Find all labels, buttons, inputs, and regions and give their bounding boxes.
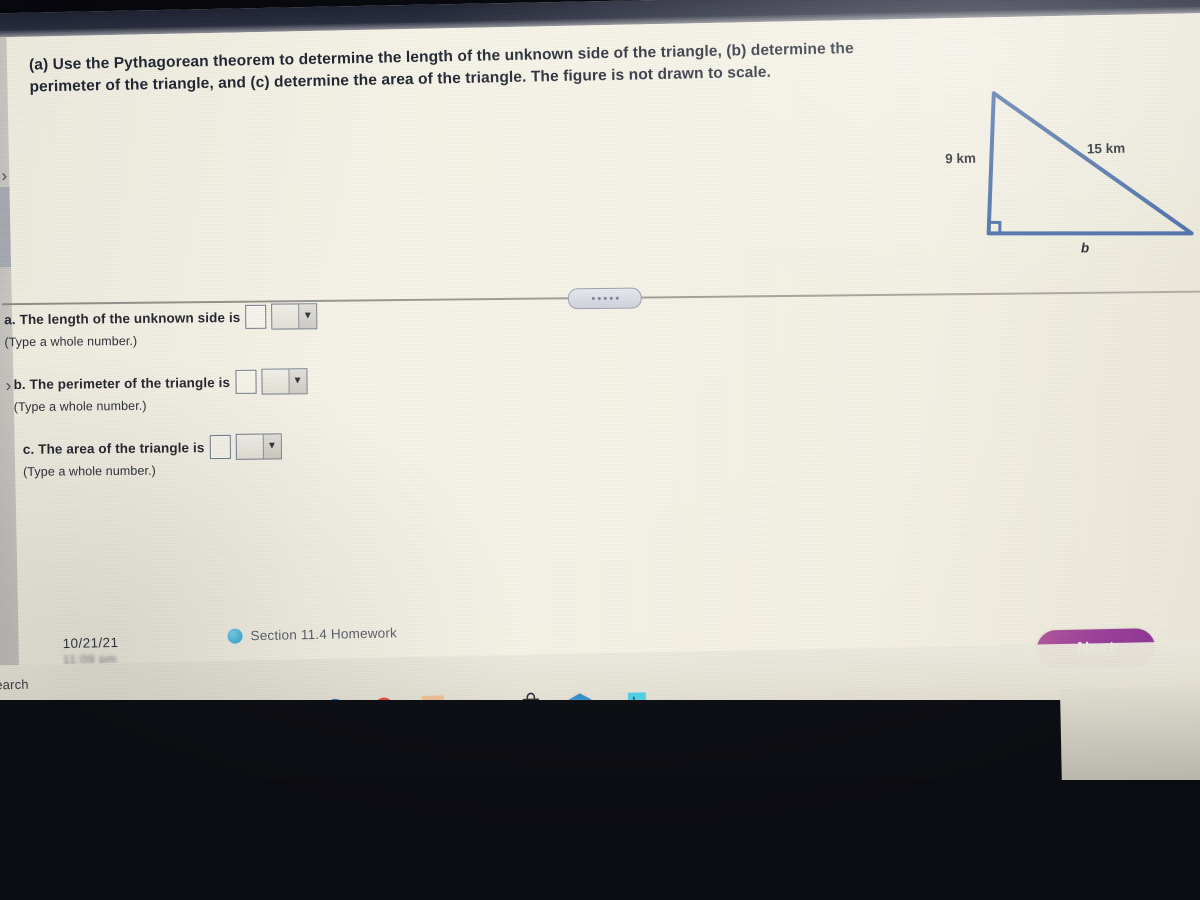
photo-bottom-dark-fill	[0, 780, 1200, 900]
divider-drag-handle[interactable]	[567, 287, 642, 310]
chevron-down-icon[interactable]: ▼	[262, 434, 281, 459]
search-input[interactable]: to search	[0, 677, 29, 693]
answer-a-unit-select[interactable]: ▼	[271, 303, 318, 330]
answer-a-text: The length of the unknown side is	[19, 309, 241, 327]
handle-dot	[597, 296, 601, 300]
question-prompt: (a) Use the Pythagorean theorem to deter…	[28, 40, 854, 96]
triangle-outline	[986, 91, 1194, 236]
answer-c-text: The area of the triangle is	[38, 439, 205, 457]
answer-c-hint: (Type a whole number.)	[22, 463, 156, 479]
answer-a-letter: a.	[4, 311, 16, 327]
answer-b-label: b. The perimeter of the triangle is	[13, 374, 230, 391]
answer-row-a: a. The length of the unknown side is ▼ (…	[4, 301, 564, 349]
answer-c-label: c. The area of the triangle is	[23, 440, 205, 457]
computer-screen: › › (a) Use the Pythagorean theorem to d…	[0, 0, 1200, 756]
browser-tab-icon	[227, 628, 243, 644]
question-panel: (a) Use the Pythagorean theorem to deter…	[1, 12, 1200, 727]
chevron-down-icon[interactable]: ▼	[287, 369, 307, 394]
triangle-leg-label: 9 km	[944, 150, 977, 167]
handle-dot	[615, 296, 619, 300]
answer-row-b: b. The perimeter of the triangle is ▼ (T…	[13, 366, 573, 414]
answer-b-hint: (Type a whole number.)	[13, 398, 147, 415]
answer-a-input[interactable]	[245, 304, 267, 329]
answer-b-unit-select[interactable]: ▼	[260, 368, 308, 395]
answer-row-c: c. The area of the triangle is ▼ (Type a…	[23, 431, 583, 479]
handle-dot	[609, 296, 613, 300]
photo-of-screen: › › (a) Use the Pythagorean theorem to d…	[0, 0, 1200, 900]
triangle-base-label: b	[1080, 240, 1090, 256]
answer-a-label: a. The length of the unknown side is	[4, 309, 240, 326]
date-stamp-value: 10/21/21	[62, 634, 119, 652]
chevron-down-icon[interactable]: ▼	[298, 304, 317, 329]
handle-dot	[591, 297, 595, 301]
taskbar-window-label: Section 11.4 Homework	[250, 625, 398, 644]
answer-b-text: The perimeter of the triangle is	[29, 374, 231, 392]
answer-c-letter: c.	[22, 441, 35, 457]
answer-c-input[interactable]	[209, 434, 231, 460]
answer-a-hint: (Type a whole number.)	[4, 333, 138, 350]
triangle-svg	[986, 91, 1194, 236]
answer-b-input[interactable]	[234, 369, 257, 394]
panel-divider	[1, 287, 1200, 310]
answer-c-unit-select[interactable]: ▼	[235, 433, 282, 460]
answer-b-letter: b.	[13, 376, 26, 392]
triangle-hypotenuse-label: 15 km	[1086, 140, 1126, 157]
handle-dot	[603, 296, 607, 300]
triangle-figure: 9 km 15 km b	[937, 63, 1200, 268]
